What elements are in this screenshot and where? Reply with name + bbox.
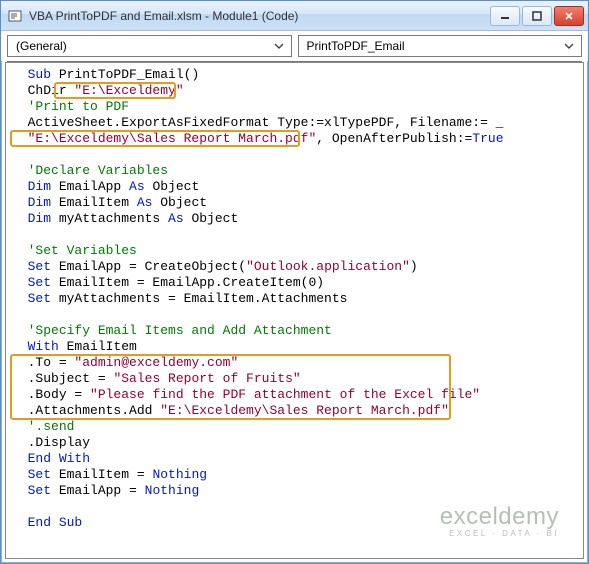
procedure-dropdown-value: PrintToPDF_Email [307,39,405,53]
code-content[interactable]: Sub PrintToPDF_Email() ChDir "E:\Excelde… [6,63,583,535]
minimize-button[interactable] [490,6,520,26]
object-dropdown-value: (General) [16,39,67,53]
titlebar[interactable]: VBA PrintToPDF and Email.xlsm - Module1 … [1,1,588,31]
object-dropdown[interactable]: (General) [7,35,292,57]
window-title: VBA PrintToPDF and Email.xlsm - Module1 … [29,9,490,23]
maximize-button[interactable] [522,6,552,26]
procedure-dropdown[interactable]: PrintToPDF_Email [298,35,583,57]
chevron-down-icon [271,38,287,54]
window-controls [490,6,588,26]
module-icon [7,8,23,24]
code-editor[interactable]: Sub PrintToPDF_Email() ChDir "E:\Excelde… [5,62,584,559]
vbe-window: VBA PrintToPDF and Email.xlsm - Module1 … [0,0,589,564]
chevron-down-icon [561,38,577,54]
close-button[interactable] [554,6,584,26]
dropdown-row: (General) PrintToPDF_Email [1,31,588,61]
